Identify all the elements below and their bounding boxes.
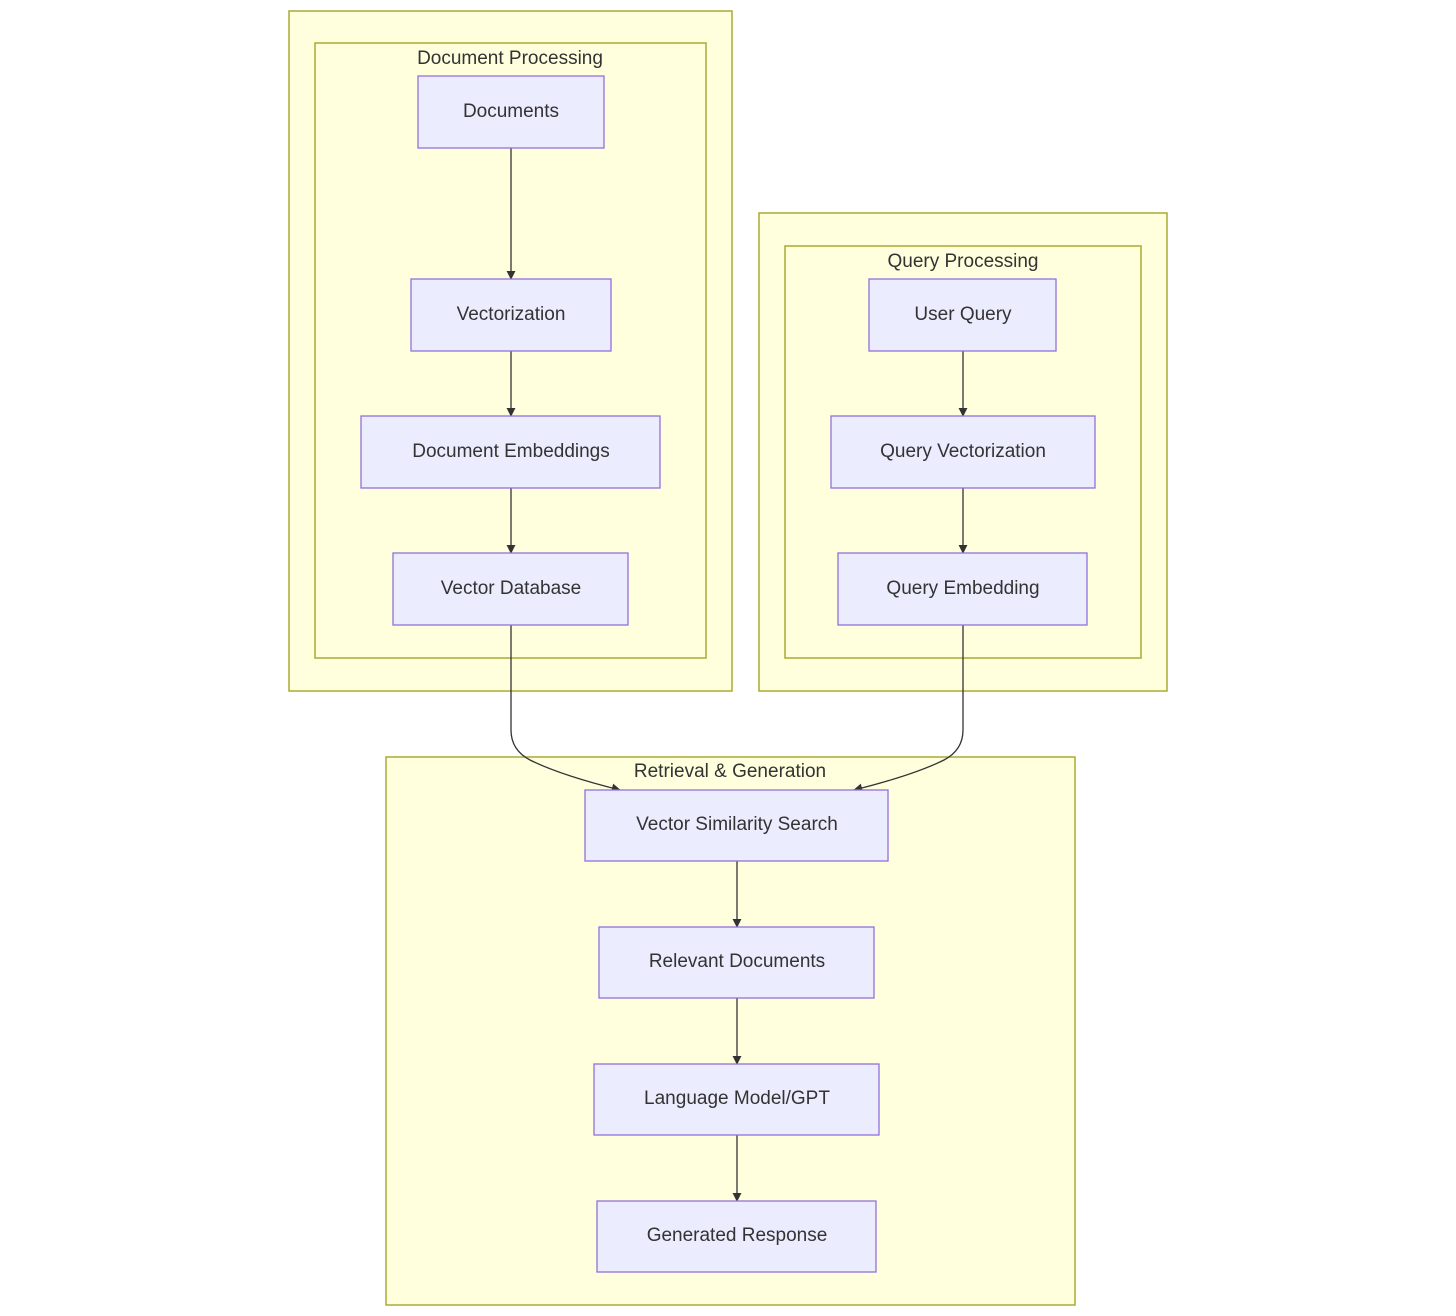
node-language-model[interactable]: Language Model/GPT [593,1063,880,1136]
node-relevant-documents[interactable]: Relevant Documents [598,926,875,999]
node-documents[interactable]: Documents [417,75,605,149]
node-label: Generated Response [647,1225,828,1246]
flowchart: Document Processing Query Processing Ret… [288,10,1168,1306]
node-label: Document Embeddings [412,441,610,462]
node-vectorization[interactable]: Vectorization [410,278,612,352]
node-label: Vectorization [457,304,566,325]
node-vector-similarity-search[interactable]: Vector Similarity Search [584,789,889,862]
node-label: Language Model/GPT [644,1088,830,1109]
node-generated-response[interactable]: Generated Response [596,1200,877,1273]
cluster-label: Document Processing [417,48,603,69]
node-label: Query Embedding [886,578,1039,599]
node-label: Relevant Documents [649,951,825,972]
cluster-label: Retrieval & Generation [634,761,826,782]
node-label: Query Vectorization [880,441,1046,462]
node-label: Vector Database [441,578,581,599]
cluster-label: Query Processing [887,251,1038,272]
node-label: User Query [914,304,1012,325]
node-vector-database[interactable]: Vector Database [392,552,629,626]
node-document-embeddings[interactable]: Document Embeddings [360,415,661,489]
node-label: Documents [463,101,559,122]
node-user-query[interactable]: User Query [868,278,1057,352]
node-query-vectorization[interactable]: Query Vectorization [830,415,1096,489]
node-label: Vector Similarity Search [636,814,838,835]
node-query-embedding[interactable]: Query Embedding [837,552,1088,626]
